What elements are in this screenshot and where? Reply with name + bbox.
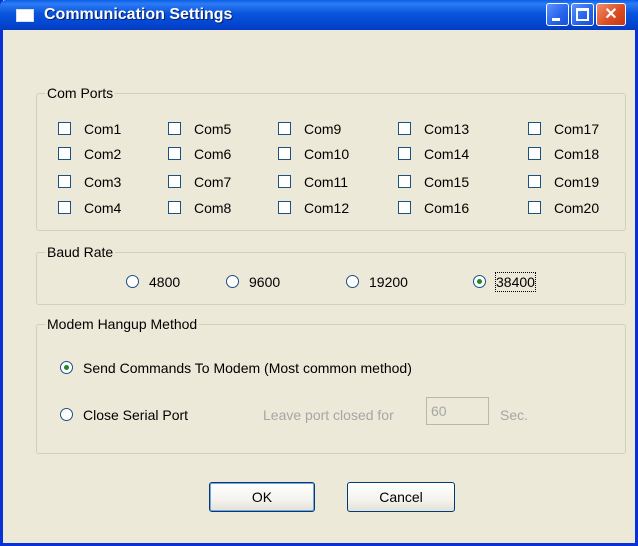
radio-baud-9600-dot[interactable] <box>226 275 239 288</box>
checkbox-com4-label: Com4 <box>84 200 122 216</box>
checkbox-com16-box[interactable] <box>398 201 411 214</box>
checkbox-com9-label: Com9 <box>304 121 342 137</box>
checkbox-com10-label: Com10 <box>304 146 350 162</box>
close-button[interactable]: ✕ <box>596 3 626 26</box>
checkbox-com3-box[interactable] <box>58 175 71 188</box>
leave-port-closed-label: Leave port closed for <box>263 407 394 423</box>
radio-send-commands-dot[interactable] <box>60 361 73 374</box>
radio-close-serial-port-dot[interactable] <box>60 408 73 421</box>
checkbox-com3-label: Com3 <box>84 174 122 190</box>
radio-baud-19200-dot[interactable] <box>346 275 359 288</box>
radio-baud-19200-label: 19200 <box>369 274 408 290</box>
checkbox-com14-label: Com14 <box>424 146 470 162</box>
modem-hangup-title: Modem Hangup Method <box>45 315 200 333</box>
com-ports-group: Com Ports Com1 Com2 Com3 Com4 Com5 Com6 Com7 Co… <box>36 84 626 231</box>
checkbox-com7-box[interactable] <box>168 175 181 188</box>
checkbox-com7-label: Com7 <box>194 174 232 190</box>
checkbox-com12-label: Com12 <box>304 200 350 216</box>
com-ports-title: Com Ports <box>45 84 116 102</box>
maximize-icon <box>576 8 589 21</box>
checkbox-com15-box[interactable] <box>398 175 411 188</box>
baud-rate-title: Baud Rate <box>45 243 116 261</box>
checkbox-com16-label: Com16 <box>424 200 470 216</box>
checkbox-com2-box[interactable] <box>58 147 71 160</box>
checkbox-com5-label: Com5 <box>194 121 232 137</box>
window-icon <box>16 9 34 22</box>
checkbox-com13-label: Com13 <box>424 121 470 137</box>
checkbox-com17-label: Com17 <box>554 121 600 137</box>
checkbox-com6-box[interactable] <box>168 147 181 160</box>
checkbox-com19-box[interactable] <box>528 175 541 188</box>
close-icon: ✕ <box>604 6 618 23</box>
checkbox-com20-box[interactable] <box>528 201 541 214</box>
checkbox-com9-box[interactable] <box>278 122 291 135</box>
checkbox-com6-label: Com6 <box>194 146 232 162</box>
checkbox-com11-box[interactable] <box>278 175 291 188</box>
checkbox-com13-box[interactable] <box>398 122 411 135</box>
checkbox-com18-label: Com18 <box>554 146 600 162</box>
radio-baud-38400-label: 38400 <box>495 272 536 292</box>
cancel-button[interactable]: Cancel <box>347 482 455 512</box>
checkbox-com8-label: Com8 <box>194 200 232 216</box>
checkbox-com20-label: Com20 <box>554 200 600 216</box>
radio-baud-4800-dot[interactable] <box>126 275 139 288</box>
seconds-input[interactable]: 60 <box>426 397 489 425</box>
checkbox-com4-box[interactable] <box>58 201 71 214</box>
dialog-window: Communication Settings ✕ Com Ports Com1 C… <box>0 0 638 546</box>
minimize-button[interactable] <box>546 3 569 26</box>
checkbox-com5-box[interactable] <box>168 122 181 135</box>
checkbox-com10-box[interactable] <box>278 147 291 160</box>
checkbox-com11-label: Com11 <box>304 174 349 190</box>
checkbox-com1-label: Com1 <box>84 121 122 137</box>
radio-baud-4800-label: 4800 <box>149 274 181 290</box>
radio-send-commands-label: Send Commands To Modem (Most common meth… <box>83 360 412 376</box>
checkbox-com2-label: Com2 <box>84 146 122 162</box>
radio-baud-9600-label: 9600 <box>249 274 281 290</box>
modem-hangup-group: Modem Hangup Method <box>36 315 626 454</box>
ok-button[interactable]: OK <box>209 482 315 512</box>
seconds-unit-label: Sec. <box>500 407 529 423</box>
checkbox-com17-box[interactable] <box>528 122 541 135</box>
maximize-button[interactable] <box>571 3 594 26</box>
window-title: Communication Settings <box>44 6 233 23</box>
checkbox-com18-box[interactable] <box>528 147 541 160</box>
baud-rate-group: Baud Rate 4800 9600 19200 38400 <box>36 243 626 305</box>
radio-baud-38400-dot[interactable] <box>473 275 486 288</box>
checkbox-com8-box[interactable] <box>168 201 181 214</box>
minimize-icon <box>552 18 560 21</box>
checkbox-com19-label: Com19 <box>554 174 600 190</box>
checkbox-com15-label: Com15 <box>424 174 470 190</box>
checkbox-com14-box[interactable] <box>398 147 411 160</box>
radio-close-serial-port-label: Close Serial Port <box>83 407 189 423</box>
checkbox-com12-box[interactable] <box>278 201 291 214</box>
checkbox-com1-box[interactable] <box>58 122 71 135</box>
title-bar[interactable]: Communication Settings ✕ <box>0 0 638 30</box>
